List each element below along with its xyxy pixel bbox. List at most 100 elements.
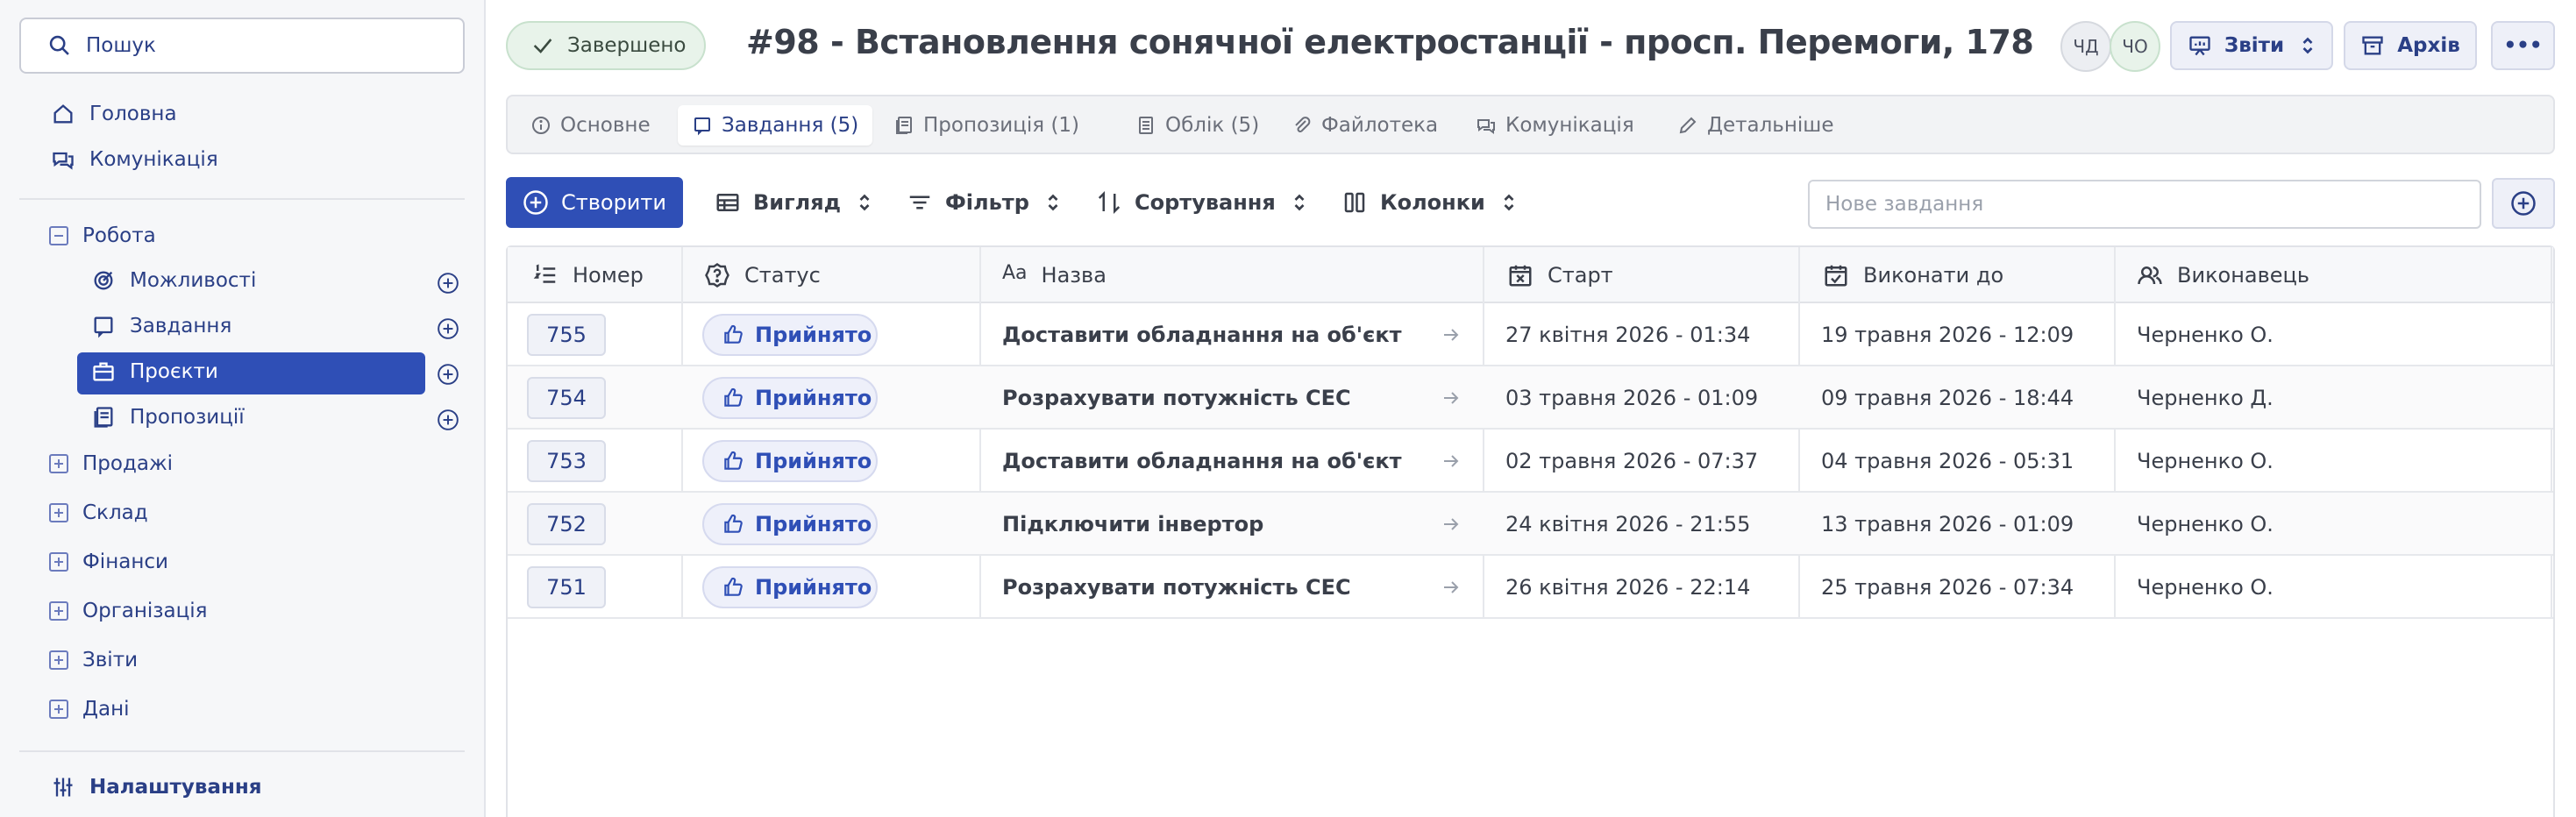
table-row[interactable]: 755 Прийнято Доставити обладнання на об'… <box>508 303 2553 366</box>
column-header-status[interactable]: Статус <box>704 247 821 303</box>
sidebar-item-settings[interactable]: Налаштування <box>51 775 262 799</box>
sidebar-item-opportunities[interactable]: Можливості <box>91 268 256 293</box>
sidebar-group-finance[interactable]: Фінанси <box>49 551 168 573</box>
sidebar-group-sales[interactable]: Продажі <box>49 452 173 475</box>
view-button[interactable]: Вигляд <box>715 181 872 224</box>
tab-main[interactable]: Основне <box>516 105 665 146</box>
task-number[interactable]: 755 <box>527 314 606 356</box>
table-row[interactable]: 754 Прийнято Розрахувати потужність СЕС … <box>508 366 2553 430</box>
sidebar-group-data[interactable]: Дані <box>49 698 130 721</box>
expand-icon <box>49 454 68 473</box>
avatar[interactable]: ЧД <box>2060 21 2111 72</box>
column-header-name[interactable]: Aa Назва <box>1002 247 1107 303</box>
collapse-icon <box>49 226 68 245</box>
filter-icon <box>909 195 930 210</box>
tab-files[interactable]: Файлотека <box>1277 105 1452 146</box>
list-numbers-icon <box>533 264 556 283</box>
chevron-updown-icon <box>1048 194 1058 211</box>
task-name[interactable]: Доставити обладнання на об'єкт <box>1002 430 1402 493</box>
chevron-updown-icon <box>2302 37 2313 54</box>
table-icon <box>716 194 739 211</box>
column-header-assignee[interactable]: Виконавець <box>2137 247 2309 303</box>
task-number[interactable]: 754 <box>527 377 606 419</box>
sidebar-item-home[interactable]: Головна <box>51 102 177 126</box>
status-chip[interactable]: Прийнято <box>702 377 878 419</box>
create-button[interactable]: Створити <box>506 177 683 228</box>
search-box[interactable]: Пошук <box>19 18 465 74</box>
more-icon: ••• <box>2503 34 2543 57</box>
info-icon <box>532 117 550 134</box>
status-chip[interactable]: Прийнято <box>702 314 878 356</box>
calendar-x-icon <box>1509 265 1532 287</box>
add-proposal-icon[interactable] <box>437 408 459 431</box>
tab-communication[interactable]: Комунікація <box>1462 105 1648 146</box>
ledger-icon <box>1139 117 1153 134</box>
sidebar-item-proposals[interactable]: Пропозиції <box>91 405 245 430</box>
sidebar-item-tasks[interactable]: Завдання <box>91 314 231 338</box>
status-chip[interactable]: Прийнято <box>702 503 878 545</box>
table-row[interactable]: 753 Прийнято Доставити обладнання на об'… <box>508 430 2553 493</box>
add-opportunity-icon[interactable] <box>437 272 459 295</box>
tab-tasks[interactable]: Завдання (5) <box>678 105 873 146</box>
add-project-icon[interactable] <box>437 363 459 386</box>
expand-icon <box>49 650 68 670</box>
new-task-input[interactable] <box>1808 180 2481 229</box>
plus-circle-icon <box>2511 191 2536 216</box>
filter-button[interactable]: Фільтр <box>907 181 1061 224</box>
tasks-table: Номер Статус Aa Назва Старт Виконати до … <box>506 245 2555 817</box>
status-chip[interactable]: Прийнято <box>702 566 878 608</box>
sort-button[interactable]: Сортування <box>1096 181 1307 224</box>
columns-button[interactable]: Колонки <box>1341 181 1517 224</box>
proposal-icon <box>94 407 113 428</box>
sidebar-group-work[interactable]: Робота <box>49 224 156 247</box>
task-name[interactable]: Доставити обладнання на об'єкт <box>1002 303 1402 366</box>
sidebar-divider <box>19 198 465 200</box>
sidebar-item-communication[interactable]: Комунікація <box>51 147 218 172</box>
more-button[interactable]: ••• <box>2491 21 2555 70</box>
text-format-icon: Aa <box>1002 262 1028 284</box>
sidebar-item-projects[interactable]: Проєкти <box>91 359 218 384</box>
task-number[interactable]: 753 <box>527 440 606 482</box>
expand-icon <box>49 601 68 621</box>
add-task-button[interactable] <box>2492 178 2555 229</box>
tab-details[interactable]: Детальніше <box>1663 105 1848 146</box>
chevron-updown-icon <box>1504 194 1514 211</box>
sidebar-group-reports[interactable]: Звіти <box>49 649 138 671</box>
arrow-right-icon[interactable] <box>1441 451 1462 472</box>
chevron-updown-icon <box>859 194 870 211</box>
check-icon <box>533 39 552 53</box>
arrow-right-icon[interactable] <box>1441 577 1462 598</box>
page-title: #98 - Встановлення сонячної електростанц… <box>746 23 2034 61</box>
task-due: 13 травня 2026 - 01:09 <box>1821 512 2074 536</box>
column-header-start[interactable]: Старт <box>1507 247 1613 303</box>
avatar[interactable]: ЧО <box>2110 21 2160 72</box>
table-header: Номер Статус Aa Назва Старт Виконати до … <box>508 247 2553 303</box>
status-chip[interactable]: Прийнято <box>702 440 878 482</box>
archive-button[interactable]: Архів <box>2344 21 2477 70</box>
arrow-right-icon[interactable] <box>1441 324 1462 345</box>
task-number[interactable]: 752 <box>527 503 606 545</box>
search-icon <box>49 35 69 55</box>
sidebar-group-warehouse[interactable]: Склад <box>49 501 148 524</box>
task-number[interactable]: 751 <box>527 566 606 608</box>
sidebar-group-organization[interactable]: Організація <box>49 600 208 622</box>
status-badge[interactable]: Завершено <box>506 21 706 70</box>
task-name[interactable]: Підключити інвертор <box>1002 493 1263 556</box>
tab-ledger[interactable]: Облік (5) <box>1121 105 1273 146</box>
table-row[interactable]: 751 Прийнято Розрахувати потужність СЕС … <box>508 556 2553 619</box>
column-header-due[interactable]: Виконати до <box>1823 247 2003 303</box>
expand-icon <box>49 700 68 719</box>
task-due: 04 травня 2026 - 05:31 <box>1821 449 2074 473</box>
task-start: 26 квітня 2026 - 22:14 <box>1505 575 1751 600</box>
archive-icon <box>2362 36 2383 55</box>
reports-button[interactable]: Звіти <box>2170 21 2333 70</box>
task-name[interactable]: Розрахувати потужність СЕС <box>1002 556 1351 619</box>
tab-proposal[interactable]: Пропозиція (1) <box>879 105 1093 146</box>
table-row[interactable]: 752 Прийнято Підключити інвертор 24 квіт… <box>508 493 2553 556</box>
column-header-number[interactable]: Номер <box>532 247 644 303</box>
add-task-icon[interactable] <box>437 317 459 340</box>
arrow-right-icon[interactable] <box>1441 387 1462 408</box>
task-start: 27 квітня 2026 - 01:34 <box>1505 323 1751 347</box>
arrow-right-icon[interactable] <box>1441 514 1462 535</box>
task-name[interactable]: Розрахувати потужність СЕС <box>1002 366 1351 430</box>
